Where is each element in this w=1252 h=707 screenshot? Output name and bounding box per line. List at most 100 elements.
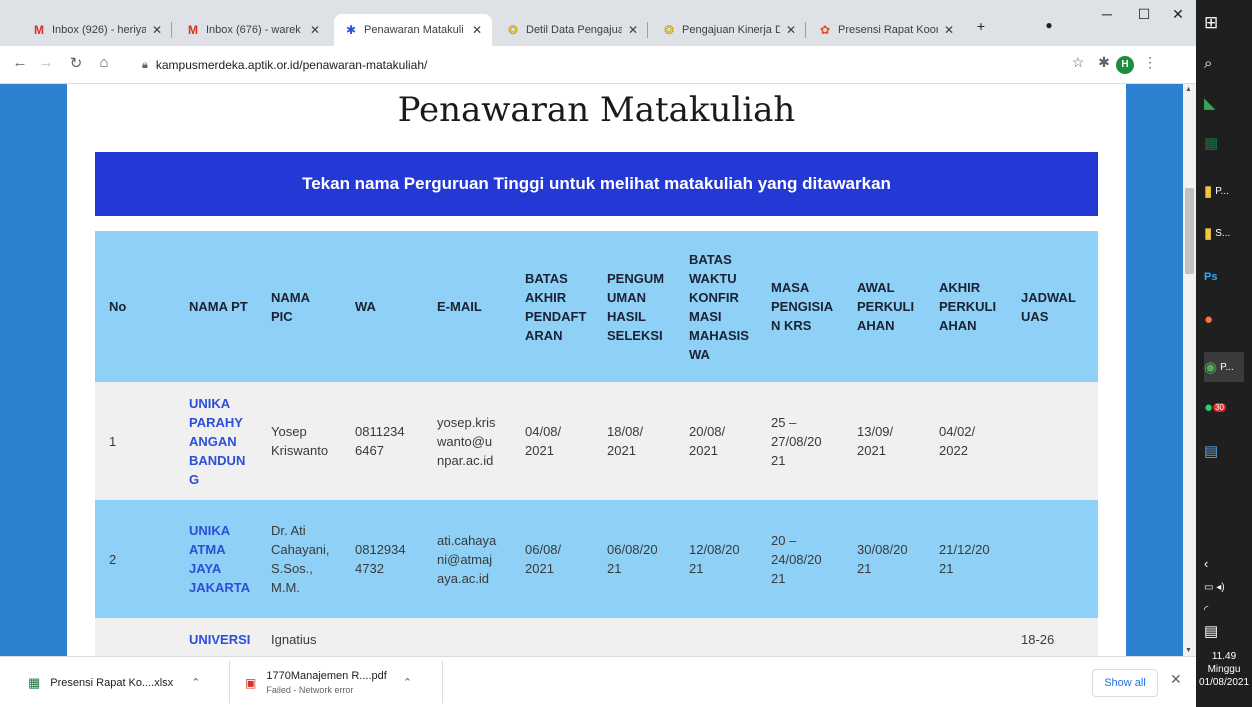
taskbar-clock[interactable]: 11.49 Minggu 01/08/2021 xyxy=(1196,650,1252,689)
info-banner: Tekan nama Perguruan Tinggi untuk meliha… xyxy=(95,152,1098,216)
excel-icon[interactable]: ▦ xyxy=(1204,128,1244,158)
taskbar-label: P... xyxy=(1220,361,1234,373)
university-link[interactable]: UNIKA PARAHY ANGAN BANDUN G xyxy=(189,382,269,500)
page-title: Penawaran Matakuliah xyxy=(397,90,796,130)
column-header: NAMA PT xyxy=(189,299,248,314)
kemdikbud-icon: ❂ xyxy=(507,23,519,37)
minimize-button[interactable]: ─ xyxy=(1092,6,1122,22)
table-cell xyxy=(437,618,523,656)
reload-icon[interactable]: ↻ xyxy=(64,54,88,72)
table-cell: 04/08/ 2021 xyxy=(525,424,562,458)
extensions-icon[interactable]: ✱ xyxy=(1094,54,1114,71)
taskbar-label: P... xyxy=(1215,185,1229,197)
presensi-icon: ✿ xyxy=(819,23,831,37)
chrome-menu-circle-icon[interactable]: ● xyxy=(1034,18,1064,32)
browser-toolbar: ← → ↻ ⌂ 🔒︎ kampusmerdeka.aptik.or.id/pen… xyxy=(0,46,1196,84)
table-cell xyxy=(525,618,605,656)
close-icon[interactable]: ✕ xyxy=(628,23,638,37)
tab-inbox-warek[interactable]: M Inbox (676) - warek ✕ xyxy=(176,14,330,46)
table-cell: 20/08/ 2021 xyxy=(689,424,726,458)
tab-penawaran-matakuliah[interactable]: ✱ Penawaran Matakuli ✕ xyxy=(334,14,492,46)
close-icon[interactable]: ✕ xyxy=(944,23,954,37)
table-cell xyxy=(857,618,937,656)
close-icon[interactable]: ✕ xyxy=(152,23,162,37)
maximize-button[interactable]: ☐ xyxy=(1129,6,1159,23)
tab-presensi-rapat[interactable]: ✿ Presensi Rapat Koor ✕ xyxy=(808,14,964,46)
table-cell: 13/09/ 2021 xyxy=(857,424,894,458)
close-icon[interactable]: ✕ xyxy=(786,23,796,37)
download-item-xlsx[interactable]: ▦ Presensi Rapat Ko....xlsx ⌃ xyxy=(28,657,228,707)
pdf-file-icon: ▣ xyxy=(245,675,257,690)
tab-inbox-heriyar[interactable]: M Inbox (926) - heriyar ✕ xyxy=(22,14,172,46)
chevron-up-icon[interactable]: ⌃ xyxy=(403,676,412,689)
chrome-icon: ◉ xyxy=(1204,359,1218,376)
bookmark-star-icon[interactable]: ☆ xyxy=(1068,54,1088,71)
document-app-icon[interactable]: ▤ xyxy=(1204,436,1244,466)
table-row: UNIVERSI Ignatius 18-26 xyxy=(95,618,1098,656)
home-icon[interactable]: ⌂ xyxy=(92,54,116,71)
tab-label: Inbox (676) - warek xyxy=(206,24,301,36)
download-status: Failed - Network error xyxy=(266,685,354,695)
table-cell: 1 xyxy=(109,433,117,449)
gmail-icon: M xyxy=(34,23,44,37)
column-header: NAMA PIC xyxy=(271,289,310,324)
forward-icon[interactable]: → xyxy=(34,54,58,71)
notification-icon[interactable]: ▤ xyxy=(1204,616,1244,646)
table-cell: yosep.kris wanto@u npar.ac.id xyxy=(437,414,496,468)
table-row: 1 UNIKA PARAHY ANGAN BANDUN G Yosep Kriswa… xyxy=(95,382,1098,500)
chevron-up-icon[interactable]: ⌃ xyxy=(191,676,200,689)
column-header: PENGUM UMAN HASIL SELEKSI xyxy=(607,270,665,343)
column-header: WA xyxy=(355,299,376,314)
show-all-button[interactable]: Show all xyxy=(1092,669,1158,697)
table-cell: 06/08/20 21 xyxy=(607,542,658,576)
table-cell: Dr. Ati Cahayani, S.Sos., M.M. xyxy=(271,523,330,595)
table-cell: 21/12/20 21 xyxy=(939,542,990,576)
clock-day: Minggu xyxy=(1207,664,1241,675)
new-tab-button[interactable]: + xyxy=(966,18,996,34)
scrollbar[interactable]: ▲ ▼ xyxy=(1183,84,1196,656)
scrollbar-thumb[interactable] xyxy=(1185,188,1194,274)
search-icon[interactable]: ⌕ xyxy=(1204,48,1244,78)
whatsapp-icon[interactable]: ● 30 xyxy=(1204,392,1244,422)
table-cell: 30/08/20 21 xyxy=(857,542,908,576)
taskbar-chrome[interactable]: ◉ P... xyxy=(1204,352,1244,382)
university-link[interactable]: UNIKA ATMA JAYA JAKARTA xyxy=(189,500,269,618)
table-cell: 20 – 24/08/20 21 xyxy=(771,532,822,586)
table-cell: 04/02/ 2022 xyxy=(939,424,976,458)
close-download-bar-icon[interactable]: ✕ xyxy=(1170,671,1182,688)
table-cell xyxy=(1021,382,1095,500)
table-cell: 2 xyxy=(109,551,117,567)
windows-taskbar: ⊞ ⌕ ◣ ▦ ▮ P... ▮ S... Ps ● ◉ P... ● 30 ▤ … xyxy=(1196,0,1252,707)
address-bar[interactable]: 🔒︎ kampusmerdeka.aptik.or.id/penawaran-m… xyxy=(142,52,1102,78)
excel-file-icon: ▦ xyxy=(28,674,41,690)
start-button[interactable]: ⊞ xyxy=(1204,8,1244,38)
firefox-icon[interactable]: ● xyxy=(1204,304,1244,334)
tab-label: Inbox (926) - heriyar xyxy=(52,24,146,36)
close-window-button[interactable]: ✕ xyxy=(1163,6,1193,23)
download-item-pdf[interactable]: ▣ 1770Manajemen R....pdf Failed - Networ… xyxy=(245,657,435,707)
taskbar-folder-s[interactable]: ▮ S... xyxy=(1204,218,1244,248)
tab-label: Pengajuan Kinerja D xyxy=(682,24,780,36)
university-link[interactable]: UNIVERSI xyxy=(189,618,269,656)
table-cell: 06/08/ 2021 xyxy=(525,542,562,576)
tab-pengajuan-kinerja[interactable]: ❂ Pengajuan Kinerja D ✕ xyxy=(652,14,806,46)
folder-icon: ▮ xyxy=(1204,183,1213,200)
tab-detil-data[interactable]: ❂ Detil Data Pengajua ✕ xyxy=(496,14,648,46)
tab-label: Presensi Rapat Koor xyxy=(838,24,938,36)
page-viewport: Penawaran Matakuliah Tekan nama Pergurua… xyxy=(0,84,1196,656)
close-icon[interactable]: ✕ xyxy=(310,23,320,37)
profile-avatar[interactable]: H xyxy=(1116,56,1134,74)
app-green-icon[interactable]: ◣ xyxy=(1204,88,1244,118)
table-cell: ati.cahaya ni@atmaj aya.ac.id xyxy=(437,532,497,586)
taskbar-folder-p[interactable]: ▮ P... xyxy=(1204,176,1244,206)
back-icon[interactable]: ← xyxy=(8,54,32,71)
column-header: AKHIR PERKULI AHAN xyxy=(939,280,997,333)
photoshop-icon[interactable]: Ps xyxy=(1204,262,1244,292)
table-cell xyxy=(939,618,1019,656)
table-row: 2 UNIKA ATMA JAYA JAKARTA Dr. Ati Cahayani… xyxy=(95,500,1098,618)
browser-window: M Inbox (926) - heriyar ✕ M Inbox (676) … xyxy=(0,0,1196,707)
column-header: BATAS WAKTU KONFIR MASI MAHASIS WA xyxy=(689,251,749,362)
close-icon[interactable]: ✕ xyxy=(472,23,482,37)
table-cell xyxy=(689,618,769,656)
more-menu-icon[interactable]: ⋮ xyxy=(1140,54,1160,71)
